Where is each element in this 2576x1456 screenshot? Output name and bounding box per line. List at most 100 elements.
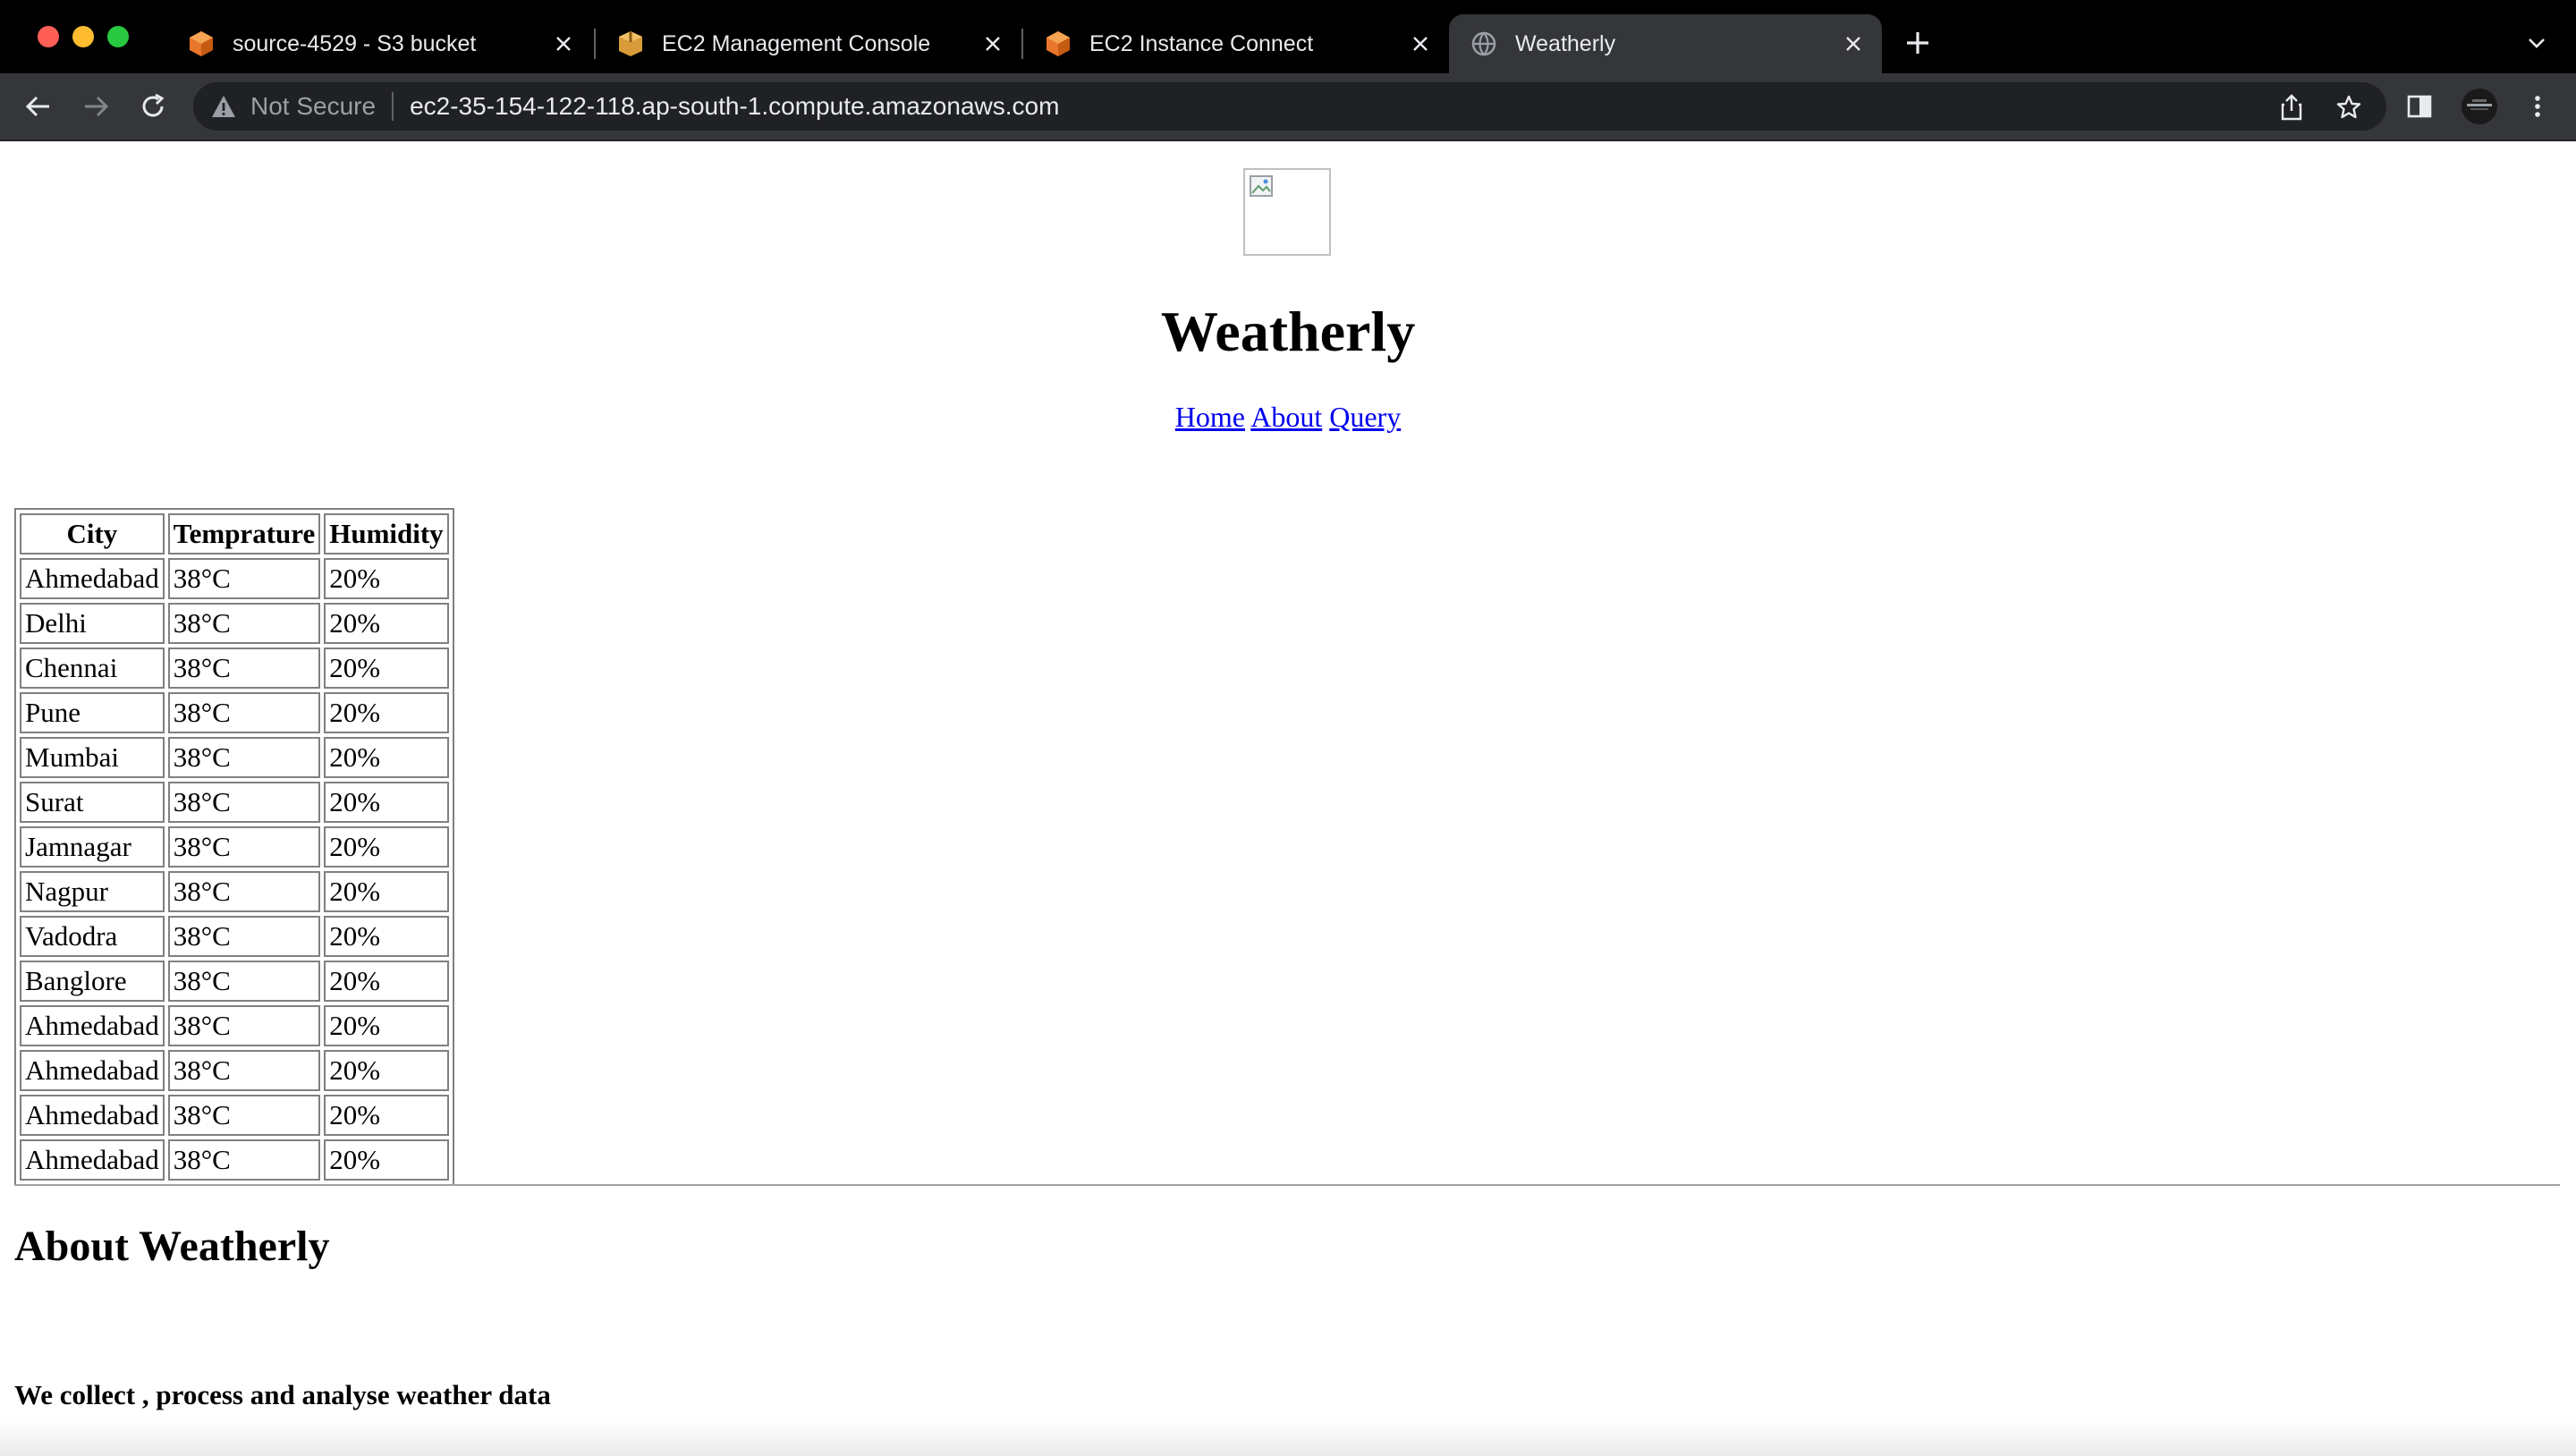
humidity-cell: 20%	[324, 1005, 449, 1046]
table-header-row: City Temprature Humidity	[20, 513, 449, 554]
plus-icon	[1907, 32, 1928, 54]
main-nav: Home About Query	[0, 401, 2576, 434]
maximize-window-button[interactable]	[107, 26, 129, 47]
temperature-cell: 38°C	[167, 1005, 321, 1046]
city-cell: Ahmedabad	[20, 1095, 165, 1136]
column-header-temperature: Temprature	[167, 513, 321, 554]
humidity-cell: 20%	[324, 692, 449, 733]
city-cell: Nagpur	[20, 871, 165, 912]
city-cell: Delhi	[20, 603, 165, 644]
city-cell: Ahmedabad	[20, 1005, 165, 1046]
reload-button[interactable]	[134, 88, 172, 125]
minimize-window-button[interactable]	[72, 26, 94, 47]
page-title: Weatherly	[1160, 300, 1416, 363]
tab-s3-bucket[interactable]: source-4529 - S3 bucket	[166, 14, 592, 73]
nav-link-query[interactable]: Query	[1329, 401, 1401, 433]
humidity-cell: 20%	[324, 558, 449, 599]
globe-icon	[1471, 31, 1496, 56]
address-bar[interactable]: Not Secure ec2-35-154-122-118.ap-south-1…	[193, 82, 2386, 131]
share-icon[interactable]	[2275, 91, 2308, 123]
browser-menu-button[interactable]	[2519, 88, 2556, 125]
forward-button[interactable]	[77, 88, 114, 125]
city-cell: Pune	[20, 692, 165, 733]
avatar[interactable]	[2462, 89, 2497, 124]
humidity-cell: 20%	[324, 603, 449, 644]
tab-ec2-instance-connect[interactable]: EC2 Instance Connect	[1023, 14, 1449, 73]
url-text[interactable]: ec2-35-154-122-118.ap-south-1.compute.am…	[410, 92, 1059, 121]
tab-title: EC2 Instance Connect	[1089, 30, 1314, 56]
tab-title: EC2 Management Console	[662, 30, 931, 56]
close-icon[interactable]	[1841, 31, 1866, 56]
omnibox-divider	[392, 92, 394, 121]
side-panel-button[interactable]	[2401, 88, 2438, 125]
table-row: Ahmedabad 38°C 20%	[20, 1095, 449, 1136]
chevron-down-icon	[2529, 38, 2545, 48]
table-row: Banglore 38°C 20%	[20, 961, 449, 1002]
aws-s3-icon	[1046, 31, 1070, 56]
city-cell: Jamnagar	[20, 826, 165, 868]
city-cell: Ahmedabad	[20, 1050, 165, 1091]
column-header-humidity: Humidity	[324, 513, 449, 554]
temperature-cell: 38°C	[167, 737, 321, 778]
close-icon[interactable]	[980, 31, 1005, 56]
close-window-button[interactable]	[38, 26, 59, 47]
humidity-cell: 20%	[324, 1139, 449, 1181]
warning-icon[interactable]	[211, 93, 238, 120]
broken-logo-image	[1243, 168, 1331, 256]
new-tab-button[interactable]	[1900, 25, 1936, 61]
humidity-cell: 20%	[324, 1095, 449, 1136]
temperature-cell: 38°C	[167, 692, 321, 733]
temperature-cell: 38°C	[167, 826, 321, 868]
back-button[interactable]	[20, 88, 57, 125]
table-row: Ahmedabad 38°C 20%	[20, 558, 449, 599]
web-page: Weatherly Home About Query City Tempratu…	[0, 141, 2576, 1456]
temperature-cell: 38°C	[167, 1050, 321, 1091]
city-cell: Mumbai	[20, 737, 165, 778]
security-status[interactable]: Not Secure	[250, 92, 376, 121]
arrow-right-icon	[85, 96, 109, 117]
about-description: We collect , process and analyse weather…	[14, 1379, 551, 1410]
nav-link-about[interactable]: About	[1250, 401, 1322, 433]
tab-weatherly[interactable]: Weatherly	[1449, 14, 1882, 73]
city-cell: Banglore	[20, 961, 165, 1002]
broken-image-icon	[1250, 175, 1273, 197]
tab-title: Weatherly	[1515, 30, 1616, 56]
arrow-left-icon	[25, 96, 49, 117]
humidity-cell: 20%	[324, 1050, 449, 1091]
table-row: Nagpur 38°C 20%	[20, 871, 449, 912]
bookmark-star-icon[interactable]	[2333, 91, 2365, 123]
tab-ec2-console[interactable]: EC2 Management Console	[596, 14, 1021, 73]
temperature-cell: 38°C	[167, 558, 321, 599]
aws-s3-icon	[190, 31, 213, 56]
temperature-cell: 38°C	[167, 782, 321, 823]
temperature-cell: 38°C	[167, 1139, 321, 1181]
column-header-city: City	[20, 513, 165, 554]
close-icon[interactable]	[1408, 31, 1433, 56]
tab-search-button[interactable]	[2521, 27, 2553, 59]
table-row: Ahmedabad 38°C 20%	[20, 1139, 449, 1181]
temperature-cell: 38°C	[167, 648, 321, 689]
temperature-cell: 38°C	[167, 916, 321, 957]
humidity-cell: 20%	[324, 782, 449, 823]
side-panel-icon	[2407, 95, 2432, 118]
table-row: Vadodra 38°C 20%	[20, 916, 449, 957]
tab-title: source-4529 - S3 bucket	[233, 30, 477, 56]
browser-window: source-4529 - S3 bucket EC2 Management C…	[0, 0, 2576, 1456]
table-row: Pune 38°C 20%	[20, 692, 449, 733]
humidity-cell: 20%	[324, 737, 449, 778]
city-cell: Vadodra	[20, 916, 165, 957]
humidity-cell: 20%	[324, 826, 449, 868]
humidity-cell: 20%	[324, 916, 449, 957]
browser-toolbar: Not Secure ec2-35-154-122-118.ap-south-1…	[0, 73, 2576, 141]
temperature-cell: 38°C	[167, 1095, 321, 1136]
humidity-cell: 20%	[324, 871, 449, 912]
table-row: Delhi 38°C 20%	[20, 603, 449, 644]
table-row: Ahmedabad 38°C 20%	[20, 1005, 449, 1046]
table-row: Mumbai 38°C 20%	[20, 737, 449, 778]
city-cell: Ahmedabad	[20, 558, 165, 599]
temperature-cell: 38°C	[167, 871, 321, 912]
nav-link-home[interactable]: Home	[1175, 401, 1245, 433]
table-row: Ahmedabad 38°C 20%	[20, 1050, 449, 1091]
scroll-shadow	[0, 1420, 2576, 1456]
close-icon[interactable]	[551, 31, 576, 56]
